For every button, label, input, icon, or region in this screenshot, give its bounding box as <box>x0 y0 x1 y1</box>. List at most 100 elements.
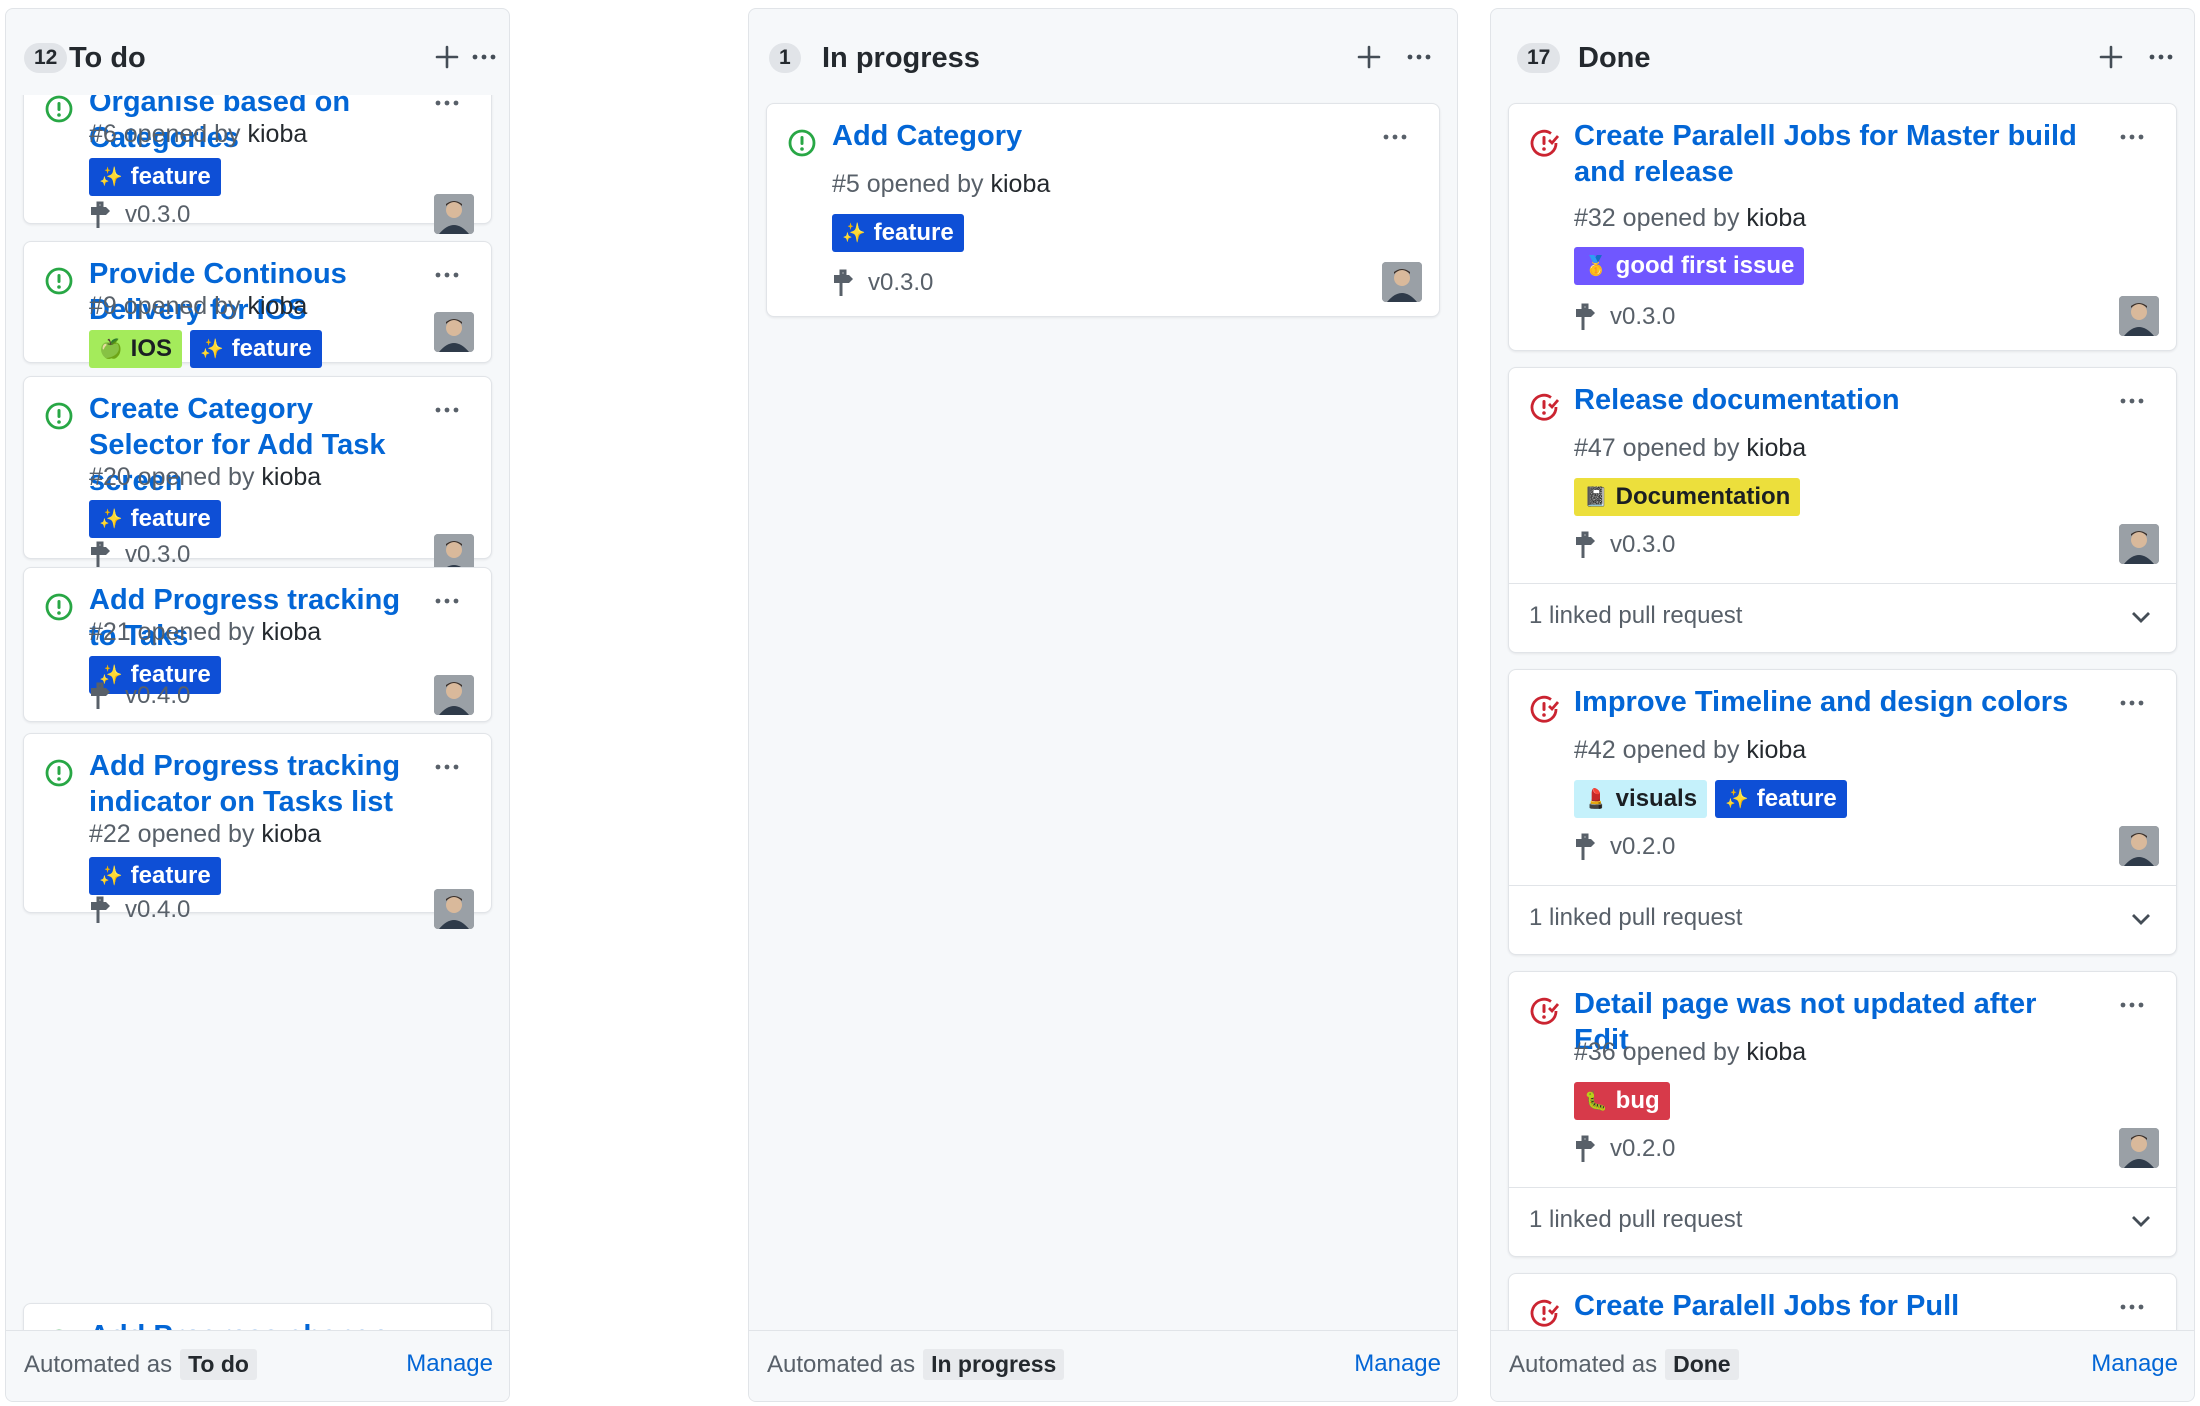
kebab-horizontal-icon <box>2120 398 2144 404</box>
issue-closed-icon <box>1530 1299 1559 1327</box>
assignee-avatar[interactable] <box>434 889 474 929</box>
add-card-button[interactable] <box>427 37 467 77</box>
issue-card[interactable]: Improve Timeline and design colors #42 o… <box>1508 669 2177 955</box>
column-done: 17 Done Create Paralell Jobs for Master … <box>1490 8 2195 1402</box>
card-menu-button[interactable] <box>427 395 467 425</box>
column-header: 1 In progress <box>749 9 1457 95</box>
issue-card[interactable]: Add Category #5 opened by kioba ✨ feature… <box>766 103 1440 317</box>
milestone[interactable]: v0.2.0 <box>1574 1132 1675 1166</box>
assignee-avatar[interactable] <box>2119 296 2159 336</box>
bug-icon: 🐛 <box>1584 1090 1608 1112</box>
label-list: ✨ feature <box>832 214 964 252</box>
card-menu-button[interactable] <box>427 95 467 118</box>
issue-meta: #5 opened by kioba <box>832 168 1050 200</box>
issue-author-link[interactable]: kioba <box>991 170 1051 198</box>
column-menu-button[interactable] <box>1399 37 1439 77</box>
kebab-horizontal-icon <box>435 598 459 604</box>
card-menu-button[interactable] <box>2112 122 2152 152</box>
milestone-text: v0.3.0 <box>125 541 191 568</box>
label-visuals[interactable]: 💄 visuals <box>1574 780 1708 818</box>
card-menu-button[interactable] <box>2112 386 2152 416</box>
milestone[interactable]: v0.3.0 <box>1574 300 1675 334</box>
automation-status: Automated as Done <box>1509 1349 1739 1380</box>
issue-title-link[interactable]: Add Progress tracking indicator on Tasks… <box>89 748 411 820</box>
assignee-avatar[interactable] <box>2119 826 2159 866</box>
column-footer: Automated as Done Manage <box>1491 1330 2194 1401</box>
issue-closed-icon <box>1530 129 1559 157</box>
linked-pull-request-toggle[interactable]: 1 linked pull request <box>1509 885 2176 954</box>
issue-card[interactable]: Create Paralell Jobs for Master build an… <box>1508 103 2177 351</box>
milestone[interactable]: v0.3.0 <box>832 266 933 300</box>
milestone[interactable]: v0.2.0 <box>1574 830 1675 864</box>
sparkles-icon: ✨ <box>99 166 123 188</box>
assignee-avatar[interactable] <box>434 675 474 715</box>
label-feature[interactable]: ✨ feature <box>832 214 964 252</box>
issue-title-link[interactable]: Add Category <box>832 118 1359 154</box>
add-card-button[interactable] <box>2091 37 2131 77</box>
manage-automation-link[interactable]: Manage <box>1354 1350 1441 1378</box>
milestone[interactable]: v0.4.0 <box>89 679 190 713</box>
issue-card[interactable]: Provide Continous Delivery for IOS #9 op… <box>23 241 492 368</box>
card-menu-button[interactable] <box>2112 1292 2152 1322</box>
milestone[interactable]: v0.4.0 <box>89 893 190 927</box>
issue-title-link[interactable]: Create Paralell Jobs for Pull Requests <box>1574 1288 2096 1331</box>
issue-card[interactable]: Add Progress change UI to Tasks <box>23 1303 492 1331</box>
milestone[interactable]: v0.3.0 <box>1574 528 1675 562</box>
issue-title-link[interactable]: Release documentation <box>1574 382 2096 418</box>
manage-automation-link[interactable]: Manage <box>2091 1350 2178 1378</box>
issue-title-link[interactable]: Create Paralell Jobs for Master build an… <box>1574 118 2096 190</box>
issue-card[interactable]: Add Progress tracking indicator on Tasks… <box>23 733 492 929</box>
label-feature[interactable]: ✨ feature <box>89 500 221 538</box>
plus-icon <box>435 45 459 69</box>
milestone[interactable]: v0.3.0 <box>89 198 190 232</box>
assignee-avatar[interactable] <box>434 194 474 234</box>
issue-author-link[interactable]: kioba <box>1746 434 1806 462</box>
label-feature[interactable]: ✨ feature <box>190 330 322 368</box>
issue-author-link[interactable]: kioba <box>248 292 308 320</box>
label-feature[interactable]: ✨ feature <box>89 158 221 196</box>
manage-automation-link[interactable]: Manage <box>406 1350 493 1378</box>
label-good-first-issue[interactable]: 🥇 good first issue <box>1574 247 1805 285</box>
issue-author-link[interactable]: kioba <box>261 463 321 491</box>
assignee-avatar[interactable] <box>434 312 474 352</box>
automation-preset: To do <box>180 1349 257 1380</box>
column-menu-button[interactable] <box>2141 37 2181 77</box>
card-menu-button[interactable] <box>2112 990 2152 1020</box>
card-menu-button[interactable] <box>1375 122 1415 152</box>
kebab-horizontal-icon <box>2120 700 2144 706</box>
issue-author-link[interactable]: kioba <box>1746 204 1806 232</box>
issue-card[interactable]: Detail page was not updated after Edit #… <box>1508 971 2177 1257</box>
milestone-icon <box>91 201 110 228</box>
issue-card[interactable]: Add Progress tracking to Taks #21 opened… <box>23 567 492 722</box>
card-menu-button[interactable] <box>2112 688 2152 718</box>
column-menu-button[interactable] <box>464 37 504 77</box>
linked-pull-request-toggle[interactable]: 1 linked pull request <box>1509 1187 2176 1256</box>
assignee-avatar[interactable] <box>1382 262 1422 302</box>
issue-author-link[interactable]: kioba <box>1746 1038 1806 1066</box>
issue-title-link[interactable]: Improve Timeline and design colors <box>1574 684 2096 720</box>
add-card-button[interactable] <box>1349 37 1389 77</box>
label-feature[interactable]: ✨ feature <box>1715 780 1847 818</box>
card-menu-button[interactable] <box>427 260 467 290</box>
issue-card[interactable]: Release documentation #47 opened by kiob… <box>1508 367 2177 653</box>
issue-card[interactable]: Create Paralell Jobs for Pull Requests <box>1508 1273 2177 1331</box>
issue-author-link[interactable]: kioba <box>261 618 321 646</box>
issue-author-link[interactable]: kioba <box>1746 736 1806 764</box>
label-ios[interactable]: 🍏 IOS <box>89 330 183 368</box>
issue-author-link[interactable]: kioba <box>248 120 308 148</box>
issue-card[interactable]: Create Category Selector for Add Task sc… <box>23 376 492 574</box>
card-menu-button[interactable] <box>427 752 467 782</box>
milestone-text: v0.3.0 <box>868 269 934 296</box>
issue-author-link[interactable]: kioba <box>261 820 321 848</box>
issue-meta: #20 opened by kioba <box>89 461 321 493</box>
issue-opened-icon <box>45 402 73 430</box>
label-documentation[interactable]: 📓 Documentation <box>1574 478 1801 516</box>
assignee-avatar[interactable] <box>2119 524 2159 564</box>
issue-card[interactable]: Organise based on Categories #6 opened b… <box>23 95 492 234</box>
label-feature[interactable]: ✨ feature <box>89 857 221 895</box>
linked-pull-request-toggle[interactable]: 1 linked pull request <box>1509 583 2176 652</box>
assignee-avatar[interactable] <box>2119 1128 2159 1168</box>
opened-by-text: opened by <box>137 463 255 491</box>
label-bug[interactable]: 🐛 bug <box>1574 1082 1670 1120</box>
card-menu-button[interactable] <box>427 586 467 616</box>
